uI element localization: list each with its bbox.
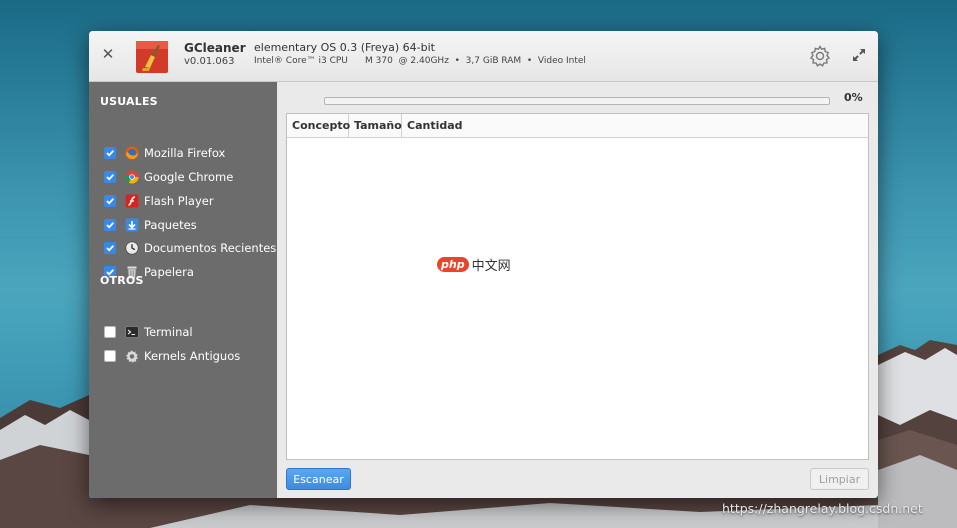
checkbox-checked[interactable] — [104, 242, 116, 254]
column-header-cantidad[interactable]: Cantidad — [402, 114, 482, 137]
column-header-tamano[interactable]: Tamaño — [349, 114, 402, 137]
sidebar: USUALES Mozilla Firefox Google Chrome Fl… — [89, 82, 277, 498]
sidebar-item-label: Kernels Antiguos — [144, 349, 241, 363]
php-badge: php — [437, 257, 469, 272]
gcleaner-window: ✕ GCleaner v0.01.063 elementary OS 0.3 (… — [89, 31, 878, 498]
sidebar-item-kernels-antiguos[interactable]: Kernels Antiguos — [104, 346, 240, 366]
chrome-icon — [125, 170, 139, 184]
sidebar-item-paquetes[interactable]: Paquetes — [104, 215, 197, 235]
package-icon — [125, 218, 139, 232]
watermark-text: 中文网 — [471, 259, 511, 274]
url-watermark: https://zhangrelay.blog.csdn.net — [722, 501, 923, 516]
app-version: v0.01.063 — [184, 56, 235, 67]
progress-bar — [324, 97, 830, 105]
app-name: GCleaner — [184, 41, 246, 55]
column-header-concepto[interactable]: Concepto — [287, 114, 350, 137]
kernel-gear-icon — [125, 349, 139, 363]
checkbox-unchecked[interactable] — [104, 350, 116, 362]
sidebar-item-label: Terminal — [144, 325, 193, 339]
sidebar-item-chrome[interactable]: Google Chrome — [104, 167, 233, 187]
sidebar-item-terminal[interactable]: Terminal — [104, 322, 193, 342]
flash-icon — [125, 194, 139, 208]
sidebar-item-label: Flash Player — [144, 194, 214, 208]
gear-icon[interactable] — [808, 44, 832, 68]
watermark-logo: php 中文网 — [437, 255, 511, 274]
scan-button[interactable]: Escanear — [286, 468, 351, 490]
results-table: Concepto Tamaño Cantidad php 中文网 — [286, 113, 869, 460]
sidebar-item-label: Mozilla Firefox — [144, 146, 226, 160]
system-title: elementary OS 0.3 (Freya) 64-bit — [254, 41, 435, 54]
progress-percent: 0% — [844, 91, 863, 104]
title-bar: ✕ GCleaner v0.01.063 elementary OS 0.3 (… — [89, 31, 878, 82]
clean-button[interactable]: Limpiar — [810, 468, 869, 490]
section-header-usuales: USUALES — [100, 95, 158, 108]
table-header: Concepto Tamaño Cantidad — [287, 114, 868, 138]
sidebar-item-label: Papelera — [144, 265, 194, 279]
recent-documents-icon — [125, 241, 139, 255]
sidebar-item-documentos-recientes[interactable]: Documentos Recientes — [104, 238, 276, 258]
sidebar-item-label: Google Chrome — [144, 170, 234, 184]
sidebar-item-flash[interactable]: Flash Player — [104, 191, 214, 211]
main-panel: 0% Concepto Tamaño Cantidad php 中文网 Esca… — [277, 82, 878, 498]
terminal-icon — [125, 325, 139, 339]
maximize-icon[interactable] — [852, 48, 866, 62]
section-header-otros: OTROS — [100, 274, 144, 287]
checkbox-checked[interactable] — [104, 219, 116, 231]
sidebar-item-firefox[interactable]: Mozilla Firefox — [104, 143, 225, 163]
gcleaner-app-icon — [136, 41, 168, 73]
close-icon[interactable]: ✕ — [101, 45, 115, 63]
sidebar-item-label: Documentos Recientes — [144, 241, 277, 255]
sidebar-item-label: Paquetes — [144, 218, 197, 232]
checkbox-checked[interactable] — [104, 171, 116, 183]
system-info: Intel® Core™ i3 CPU M 370 @ 2.40GHz • 3,… — [254, 56, 586, 66]
firefox-icon — [125, 146, 139, 160]
checkbox-checked[interactable] — [104, 147, 116, 159]
checkbox-checked[interactable] — [104, 195, 116, 207]
checkbox-unchecked[interactable] — [104, 326, 116, 338]
